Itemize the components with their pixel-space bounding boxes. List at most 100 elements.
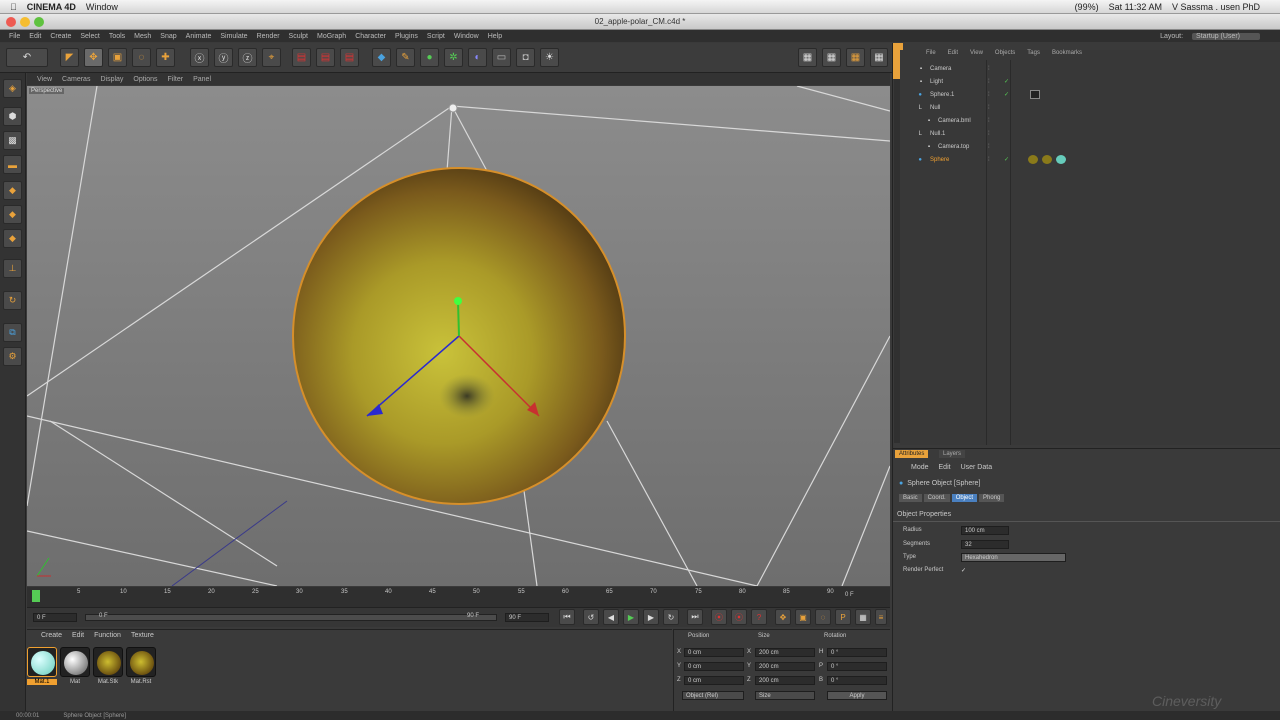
play-icon[interactable]: ▶ xyxy=(623,609,639,625)
x-axis-icon[interactable]: ⓧ xyxy=(190,48,209,67)
rotate-icon[interactable]: ◌ xyxy=(132,48,151,67)
apple-icon[interactable]:  xyxy=(10,2,17,12)
om-menu-item[interactable]: Edit xyxy=(948,50,958,56)
app-menu[interactable]: CINEMA 4D xyxy=(27,2,76,12)
material-tag-icon[interactable] xyxy=(1042,155,1052,164)
menu-item[interactable]: Animate xyxy=(186,33,212,40)
visibility-dots[interactable]: ⁞ xyxy=(988,105,990,111)
menu-item[interactable]: Simulate xyxy=(220,33,247,40)
rotation-b-field[interactable]: 0 ° xyxy=(827,676,887,685)
playhead[interactable] xyxy=(32,590,40,602)
edge-mode-icon[interactable]: ◆ xyxy=(3,205,22,224)
key-param-icon[interactable]: P xyxy=(835,609,851,625)
enabled-check-icon[interactable]: ✓ xyxy=(1004,91,1009,98)
add-icon[interactable]: ✚ xyxy=(156,48,175,67)
menu-item[interactable]: Create xyxy=(50,33,71,40)
visibility-dots[interactable]: ⁞ xyxy=(988,144,990,150)
light-icon[interactable]: ☀ xyxy=(540,48,559,67)
menu-item[interactable]: Character xyxy=(355,33,386,40)
camera-icon[interactable]: ◘ xyxy=(516,48,535,67)
layout-select[interactable]: Startup (User) xyxy=(1192,32,1260,40)
material-menu-item[interactable]: Create xyxy=(41,632,62,639)
subtab-object[interactable]: Object xyxy=(951,494,978,502)
key-rotation-icon[interactable]: ◌ xyxy=(815,609,831,625)
om-menu-item[interactable]: View xyxy=(970,50,983,56)
autokey-icon[interactable]: ⦿ xyxy=(731,609,747,625)
next-key-icon[interactable]: ↻ xyxy=(663,609,679,625)
attr-menu-item[interactable]: Mode xyxy=(911,464,929,471)
menu-item[interactable]: Window xyxy=(454,33,479,40)
timeline-menu-icon[interactable]: ≡ xyxy=(875,609,887,625)
size-mode-select[interactable]: Size xyxy=(755,691,815,700)
go-to-start-icon[interactable]: ⏮ xyxy=(559,609,575,625)
menu-item[interactable]: MoGraph xyxy=(317,33,346,40)
array-icon[interactable]: ✲ xyxy=(444,48,463,67)
close-icon[interactable] xyxy=(6,17,16,27)
om-menu-item[interactable]: Bookmarks xyxy=(1052,50,1082,56)
scale-icon[interactable]: ▣ xyxy=(108,48,127,67)
viewport-menu-item[interactable]: Filter xyxy=(168,76,184,83)
polygon-mode-icon[interactable]: ◆ xyxy=(3,229,22,248)
position-x-field[interactable]: 0 cm xyxy=(684,648,744,657)
material-swatch[interactable] xyxy=(60,647,90,677)
object-row[interactable]: L Null ⁞ xyxy=(900,101,1270,114)
om-menu-item[interactable]: Tags xyxy=(1027,50,1040,56)
segments-field[interactable]: 32 xyxy=(961,540,1009,549)
position-z-field[interactable]: 0 cm xyxy=(684,676,744,685)
layout-2-icon[interactable]: ▦ xyxy=(822,48,841,67)
material-menu-item[interactable]: Function xyxy=(94,632,121,639)
render-picture-viewer-icon[interactable]: ▤ xyxy=(316,48,335,67)
user-name[interactable]: V Sassma . usen PhD xyxy=(1172,2,1260,12)
attr-menu-item[interactable]: Edit xyxy=(939,464,951,471)
layout-1-icon[interactable]: ▦ xyxy=(798,48,817,67)
key-position-icon[interactable]: ✥ xyxy=(775,609,791,625)
select-icon[interactable]: ◤ xyxy=(60,48,79,67)
viewport[interactable]: Perspective xyxy=(27,86,890,586)
menu-item[interactable]: Edit xyxy=(29,33,41,40)
coord-mode-select[interactable]: Object (Rel) xyxy=(682,691,744,700)
type-select[interactable]: Hexahedron xyxy=(961,553,1066,562)
apply-button[interactable]: Apply xyxy=(827,691,887,700)
rotation-p-field[interactable]: 0 ° xyxy=(827,662,887,671)
start-frame-field[interactable]: 0 F xyxy=(33,613,77,622)
texture-tag-icon[interactable] xyxy=(1030,90,1040,99)
zoom-icon[interactable] xyxy=(34,17,44,27)
axis-mode-icon[interactable]: ⊥ xyxy=(3,259,22,278)
z-axis-icon[interactable]: ⓩ xyxy=(238,48,257,67)
lock-icon[interactable]: ⚙ xyxy=(3,347,22,366)
subtab-basic[interactable]: Basic xyxy=(899,494,922,502)
object-row[interactable]: L Null.1 ⁞ xyxy=(900,127,1270,140)
render-perfect-checkbox[interactable]: ✓ xyxy=(961,567,966,574)
size-y-field[interactable]: 200 cm xyxy=(755,662,815,671)
viewport-menu-item[interactable]: View xyxy=(37,76,52,83)
material-swatch[interactable] xyxy=(126,647,156,677)
object-row[interactable]: ▪ Camera.top ⁞ xyxy=(900,140,1270,153)
menu-item[interactable]: Tools xyxy=(109,33,125,40)
size-z-field[interactable]: 200 cm xyxy=(755,676,815,685)
om-menu-item[interactable]: Objects xyxy=(995,50,1015,56)
object-row[interactable]: ● Sphere.1 ⁞ ✓ xyxy=(900,88,1270,101)
attr-menu-item[interactable]: User Data xyxy=(961,464,993,471)
next-frame-icon[interactable]: ▶ xyxy=(643,609,659,625)
end-frame-field[interactable]: 90 F xyxy=(505,613,549,622)
floor-icon[interactable]: ▭ xyxy=(492,48,511,67)
visibility-dots[interactable]: ⁞ xyxy=(988,92,990,98)
viewport-menu-item[interactable]: Options xyxy=(133,76,157,83)
subtab-phong[interactable]: Phong xyxy=(979,494,1005,502)
clock[interactable]: Sat 11:32 AM xyxy=(1109,2,1162,12)
render-settings-icon[interactable]: ▤ xyxy=(340,48,359,67)
coord-system-icon[interactable]: ⌖ xyxy=(262,48,281,67)
menu-item[interactable]: Plugins xyxy=(395,33,418,40)
y-axis-icon[interactable]: ⓨ xyxy=(214,48,233,67)
viewport-menu-item[interactable]: Display xyxy=(100,76,123,83)
deformer-icon[interactable]: ◐ xyxy=(468,48,487,67)
menu-item[interactable]: Snap xyxy=(160,33,176,40)
material-swatch[interactable] xyxy=(93,647,123,677)
position-y-field[interactable]: 0 cm xyxy=(684,662,744,671)
workplane-icon[interactable]: ▬ xyxy=(3,155,22,174)
pen-icon[interactable]: ✎ xyxy=(396,48,415,67)
tab-attributes[interactable]: Attributes xyxy=(895,450,929,458)
menu-item[interactable]: File xyxy=(9,33,20,40)
window-menu[interactable]: Window xyxy=(86,2,118,12)
viewport-menu-item[interactable]: Panel xyxy=(193,76,211,83)
